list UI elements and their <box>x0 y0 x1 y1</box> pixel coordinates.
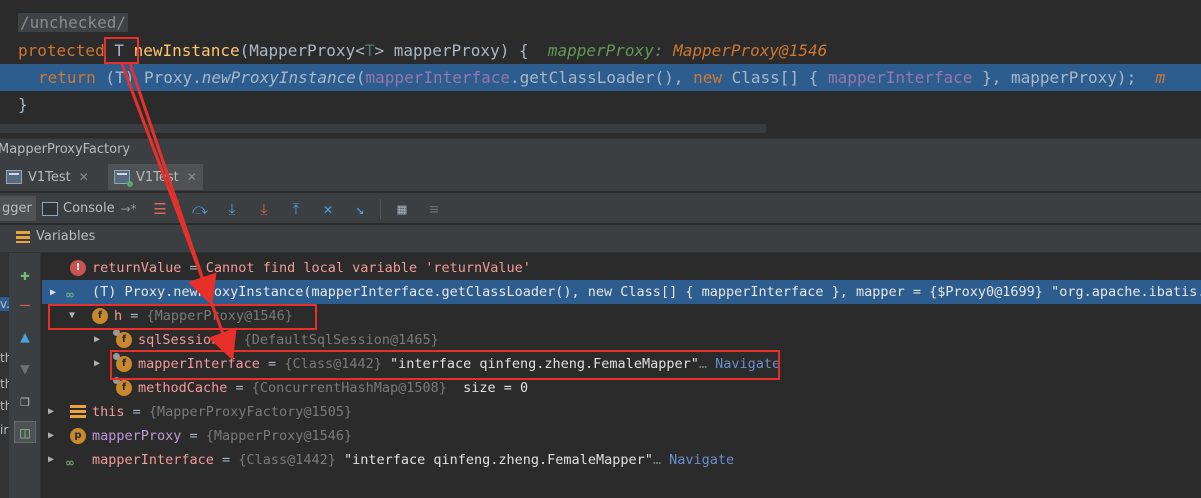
expand-arrow-icon[interactable]: ▶ <box>48 448 60 472</box>
expand-arrow-icon[interactable]: ▶ <box>94 328 106 352</box>
object-icon <box>70 405 86 419</box>
new-watch-icon[interactable]: ✚ <box>14 263 36 285</box>
trace-stream-icon[interactable]: ≡ <box>424 199 444 219</box>
tree-row-mapper-proxy[interactable]: ▶ p mapperProxy = {MapperProxy@1546} <box>42 424 1201 448</box>
new-proxy-instance: newProxyInstance <box>201 68 356 87</box>
console-arrow-icon: →* <box>120 201 137 216</box>
private-field-icon: f <box>113 377 132 396</box>
tab-debugger[interactable]: gger <box>0 196 36 221</box>
step-into-icon[interactable]: ⤓ <box>222 199 242 219</box>
annotation-box-type-T <box>104 37 139 64</box>
inline-debug-name: mapperProxy: <box>547 41 664 60</box>
annotation-box-h <box>48 304 317 330</box>
debug-run-icon <box>114 170 133 187</box>
code-line-1: /unchecked/ <box>0 9 1201 36</box>
unchecked-comment: /unchecked/ <box>18 13 128 32</box>
kw-return: return <box>38 68 96 87</box>
tool-window-title: MapperProxyFactory <box>0 138 1201 162</box>
debugger-toolbar: gger Console →* ☰ ⤼ ⤓ ⤓ ⤒ ✕ ↘ ▦ ≡ <box>0 193 1201 224</box>
code-editor[interactable]: /unchecked/ protected T newInstance(Mapp… <box>0 0 1201 138</box>
show-execution-point-icon[interactable]: ☰ <box>150 199 170 219</box>
force-step-into-icon[interactable]: ⤓ <box>254 199 274 219</box>
horizontal-scrollbar[interactable] <box>0 124 766 133</box>
expand-arrow-icon[interactable]: ▶ <box>94 352 106 376</box>
variables-icon <box>16 230 30 243</box>
kw-protected: protected <box>18 41 105 60</box>
tree-row-this[interactable]: ▶ this = {MapperProxyFactory@1505} <box>42 400 1201 424</box>
error-icon: ! <box>70 260 86 276</box>
inline-debug-value: MapperProxy@1546 <box>673 41 828 60</box>
annotation-box-mapper-interface <box>110 350 780 380</box>
step-out-icon[interactable]: ⤒ <box>286 199 306 219</box>
private-field-icon: f <box>113 329 132 348</box>
move-down-icon[interactable]: ▼ <box>14 357 36 379</box>
tree-row-sql-session[interactable]: ▶ f sqlSession = {DefaultSqlSession@1465… <box>42 328 1201 352</box>
run-to-cursor-icon[interactable]: ↘ <box>350 199 370 219</box>
watch-glasses-icon: ∞ <box>66 288 74 303</box>
show-watches-icon[interactable]: ◫ <box>14 421 36 443</box>
expand-arrow-icon[interactable]: ▶ <box>48 424 60 448</box>
tree-row-watch-expression[interactable]: ▶ ∞ (T) Proxy.newProxyInstance(mapperInt… <box>42 280 1201 304</box>
code-line-2: protected T newInstance(MapperProxy<T> m… <box>18 41 828 60</box>
method-name: newInstance <box>133 41 240 60</box>
remove-watch-icon[interactable]: — <box>14 293 36 315</box>
parameter-icon: p <box>70 428 86 444</box>
evaluate-expression-icon[interactable]: ▦ <box>392 199 412 219</box>
close-icon[interactable]: ✕ <box>187 170 197 184</box>
navigate-link[interactable]: Navigate <box>669 452 734 468</box>
test-run-icon <box>6 170 22 184</box>
code-line-4: } <box>18 95 28 114</box>
code-line-3-current: return (T) Proxy.newProxyInstance(mapper… <box>0 64 1201 91</box>
run-tabs-bar: V1Test ✕ V1Test ✕ <box>0 162 1201 192</box>
console-icon <box>42 201 58 216</box>
watch-glasses-icon: ∞ <box>66 456 74 471</box>
variables-header: Variables <box>0 225 1201 253</box>
tab-v1test-2[interactable]: V1Test ✕ <box>108 164 203 190</box>
expand-arrow-icon[interactable]: ▶ <box>48 400 60 424</box>
move-up-icon[interactable]: ▲ <box>14 325 36 347</box>
expand-arrow-icon[interactable]: ▶ <box>50 281 62 305</box>
drop-frame-icon[interactable]: ✕ <box>318 199 338 219</box>
tab-v1test-1[interactable]: V1Test ✕ <box>0 164 95 190</box>
tree-row-mapper-interface-watch[interactable]: ▶ ∞ mapperInterface = {Class@1442} "inte… <box>42 448 1201 472</box>
frames-strip: v. th th th ir <box>0 253 9 498</box>
tree-row-return-value[interactable]: ! returnValue = Cannot find local variab… <box>42 256 1201 280</box>
close-icon[interactable]: ✕ <box>79 170 89 184</box>
copy-icon[interactable]: ❐ <box>14 389 36 411</box>
step-over-icon[interactable]: ⤼ <box>190 199 210 219</box>
tab-console[interactable]: Console →* <box>38 196 141 221</box>
